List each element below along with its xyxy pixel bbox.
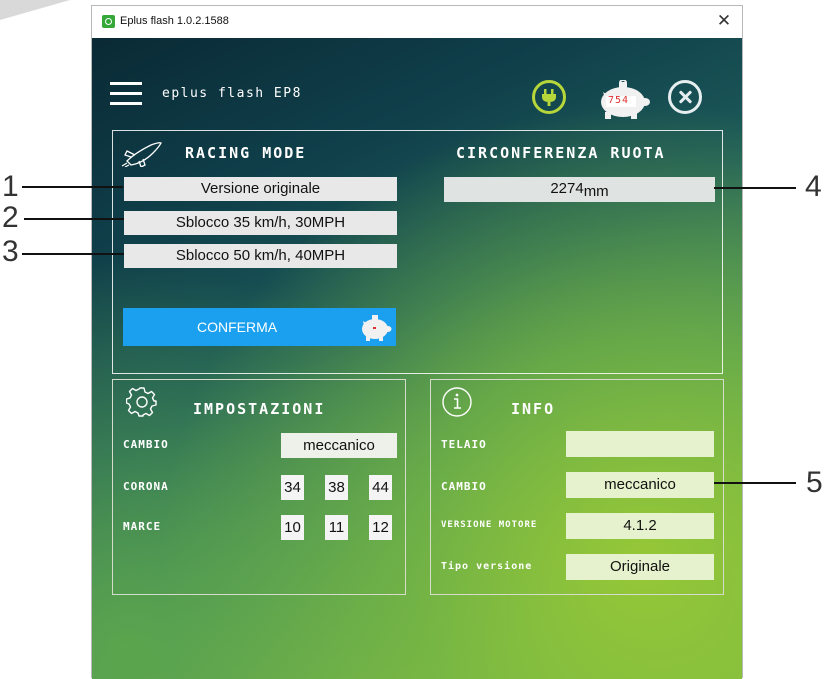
rocket-icon	[121, 142, 162, 167]
option-original-button[interactable]: Versione originale	[124, 177, 397, 201]
title-bar: Eplus flash 1.0.2.1588 ✕	[92, 6, 742, 38]
settings-cambio-label: CAMBIO	[123, 438, 169, 451]
confirm-label: CONFERMA	[197, 319, 278, 335]
info-cambio-label: CAMBIO	[441, 480, 487, 493]
app-window: Eplus flash 1.0.2.1588 ✕ eplus flash EP8	[91, 5, 743, 679]
marce-option-12[interactable]: 12	[369, 515, 392, 540]
telaio-label: TELAIO	[441, 438, 487, 451]
callout-3: 3	[2, 235, 19, 268]
info-heading: INFO	[511, 400, 556, 418]
marce-option-11[interactable]: 11	[325, 515, 348, 540]
window-title: Eplus flash 1.0.2.1588	[120, 15, 229, 27]
window-close-button[interactable]: ✕	[713, 11, 735, 31]
corona-option-38[interactable]: 38	[325, 475, 348, 500]
menu-icon[interactable]	[110, 82, 142, 106]
circumference-value: 2274	[550, 180, 584, 197]
versione-motore-label: VERSIONE MOTORE	[441, 520, 538, 530]
settings-heading: IMPOSTAZIONI	[193, 400, 326, 418]
callout-3-line	[22, 253, 124, 255]
info-cambio-value: meccanico	[566, 472, 714, 498]
circumference-field[interactable]: 2274mm	[444, 177, 715, 202]
plug-icon[interactable]	[532, 80, 566, 114]
versione-motore-value: 4.1.2	[566, 513, 714, 539]
callout-5-line	[714, 482, 796, 484]
racing-mode-heading: RACING MODE	[185, 144, 307, 162]
small-piggy-bank-icon	[362, 315, 392, 341]
settings-cambio-select[interactable]: meccanico	[281, 433, 397, 458]
marce-label: MARCE	[123, 520, 162, 533]
callout-4-line	[714, 187, 796, 189]
app-client-area: eplus flash EP8 754 RACING MODE CIRCONFE…	[92, 38, 742, 679]
tipo-versione-value: Originale	[566, 554, 714, 580]
option-35kmh-button[interactable]: Sblocco 35 km/h, 30MPH	[124, 211, 397, 235]
app-name: eplus flash EP8	[162, 86, 302, 101]
confirm-button[interactable]: CONFERMA	[123, 308, 396, 346]
corona-label: CORONA	[123, 480, 169, 493]
telaio-value	[566, 431, 714, 457]
circumference-heading: CIRCONFERENZA RUOTA	[456, 144, 666, 162]
close-circle-icon[interactable]	[668, 80, 702, 114]
piggy-bank-icon[interactable]: 754	[595, 80, 655, 120]
callout-1-line	[22, 186, 123, 188]
corner-decoration	[0, 0, 70, 20]
corona-option-34[interactable]: 34	[281, 475, 304, 500]
marce-option-10[interactable]: 10	[281, 515, 304, 540]
callout-5: 5	[806, 466, 823, 499]
callout-2: 2	[2, 201, 19, 234]
racing-mode-panel: RACING MODE CIRCONFERENZA RUOTA Versione…	[112, 130, 723, 374]
option-50kmh-button[interactable]: Sblocco 50 km/h, 40MPH	[124, 244, 397, 268]
callout-1: 1	[2, 170, 19, 203]
corona-option-44[interactable]: 44	[369, 475, 392, 500]
callout-2-line	[24, 218, 124, 220]
info-panel: INFO TELAIO CAMBIO meccanico VERSIONE MO…	[430, 379, 724, 595]
callout-4: 4	[805, 170, 822, 203]
circumference-unit: mm	[583, 183, 609, 200]
info-icon	[442, 387, 472, 417]
piggy-counter: 754	[608, 95, 630, 106]
app-icon	[102, 15, 115, 28]
tipo-versione-label: Tipo versione	[441, 561, 533, 572]
gear-icon	[126, 387, 157, 417]
settings-panel: IMPOSTAZIONI CAMBIO meccanico CORONA 34 …	[112, 379, 406, 595]
